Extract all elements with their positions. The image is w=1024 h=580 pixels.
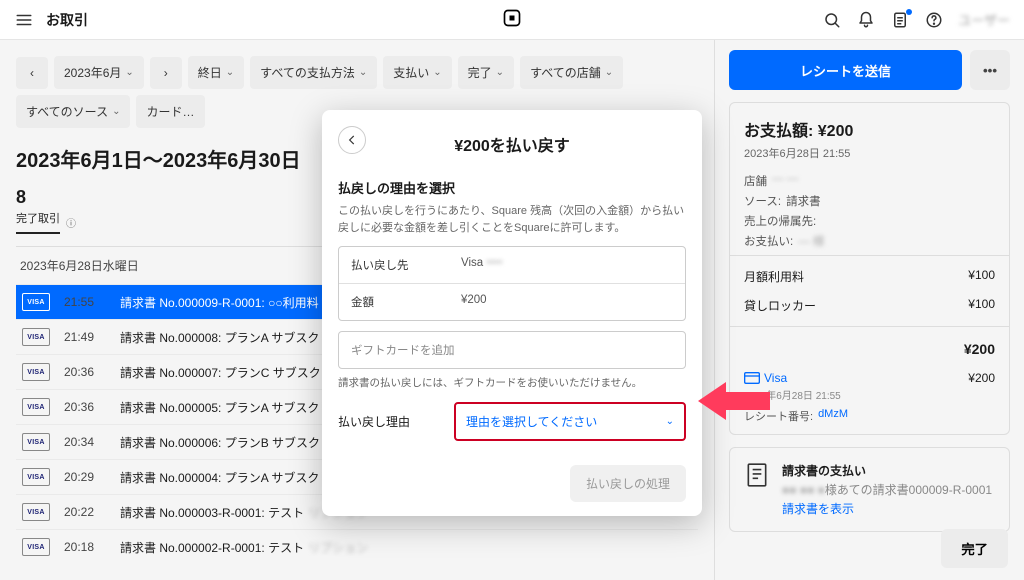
modal-description: この払い戻しを行うにあたり、Square 残高（次回の入金額）から払い戻しに必要… xyxy=(338,203,686,236)
help-icon[interactable] xyxy=(924,10,944,30)
card-brand-icon: VISA xyxy=(22,468,50,486)
send-receipt-button[interactable]: レシートを送信 xyxy=(729,50,962,90)
modal-title: ¥200を払い戻す xyxy=(338,132,686,156)
pay-amount-title: お支払額: ¥200 xyxy=(744,117,995,141)
reason-select[interactable]: 理由を選択してください⌄ xyxy=(454,402,686,441)
tx-time: 20:36 xyxy=(64,400,106,414)
search-icon[interactable] xyxy=(822,10,842,30)
card-brand-icon: VISA xyxy=(22,398,50,416)
date-prev-button[interactable]: ‹ xyxy=(16,57,48,89)
square-logo-icon xyxy=(502,8,522,31)
card-brand-icon: VISA xyxy=(22,538,50,556)
filter-status[interactable]: 完了⌄ xyxy=(458,56,514,89)
giftcard-input: ギフトカードを追加 xyxy=(338,331,686,369)
filter-time[interactable]: 終日⌄ xyxy=(188,56,244,89)
filter-payment[interactable]: 支払い⌄ xyxy=(383,56,451,89)
date-next-button[interactable]: › xyxy=(150,57,182,89)
modal-section-title: 払戻しの理由を選択 xyxy=(338,178,686,197)
card-brand-icon: VISA xyxy=(22,328,50,346)
done-button[interactable]: 完了 xyxy=(941,529,1008,568)
table-row[interactable]: VISA 20:18 請求書 No.000002-R-0001: テストリプション xyxy=(16,529,698,564)
chevron-down-icon: ⌄ xyxy=(666,416,674,427)
menu-icon[interactable] xyxy=(14,10,34,30)
invoice-icon xyxy=(744,462,770,491)
receipt-link[interactable]: dMzM xyxy=(818,408,848,424)
card-brand-icon: VISA xyxy=(22,433,50,451)
pay-row-datetime: 2023年6月28日 21:55 xyxy=(744,387,995,402)
tx-time: 20:18 xyxy=(64,540,106,554)
reason-label: 払い戻し理由 xyxy=(338,413,438,430)
back-button[interactable] xyxy=(338,126,366,154)
filter-date[interactable]: 2023年6月⌄ xyxy=(54,56,144,89)
tx-time: 21:55 xyxy=(64,295,106,309)
view-invoice-link[interactable]: 請求書を表示 xyxy=(782,500,995,517)
refund-details-table: 払い戻し先Visa •••• 金額¥200 xyxy=(338,246,686,321)
refund-modal: ¥200を払い戻す 払戻しの理由を選択 この払い戻しを行うにあたり、Square… xyxy=(322,110,702,516)
task-icon[interactable] xyxy=(890,10,910,30)
tab-completed[interactable]: 完了取引 xyxy=(16,210,60,234)
filter-paymethod[interactable]: すべての支払方法⌄ xyxy=(250,56,377,89)
filter-card[interactable]: カード… xyxy=(136,95,204,128)
invoice-title: 請求書の支払い xyxy=(782,462,995,479)
invoice-box: 請求書の支払い ■■ ■■ ■様あての請求書000009-R-0001 請求書を… xyxy=(729,447,1010,532)
total-amount: ¥200 xyxy=(964,341,995,357)
line-item: 月額利用料¥100 xyxy=(744,262,995,291)
filter-source[interactable]: すべてのソース⌄ xyxy=(16,95,130,128)
info-icon[interactable]: ⓘ xyxy=(66,215,76,230)
card-brand-icon: VISA xyxy=(22,363,50,381)
process-refund-button: 払い戻しの処理 xyxy=(570,465,686,502)
tx-time: 20:36 xyxy=(64,365,106,379)
filter-location[interactable]: すべての店舗⌄ xyxy=(520,56,623,89)
giftcard-note: 請求書の払い戻しには、ギフトカードをお使いいただけません。 xyxy=(338,375,686,390)
tx-time: 20:22 xyxy=(64,505,106,519)
payment-card-link[interactable]: Visa xyxy=(744,371,787,385)
card-brand-icon: VISA xyxy=(22,503,50,521)
username-label[interactable]: ユーザー xyxy=(958,10,1010,29)
page-title: お取引 xyxy=(46,10,88,30)
detail-panel: レシートを送信 ••• お支払額: ¥200 2023年6月28日 21:55 … xyxy=(714,40,1024,580)
more-button[interactable]: ••• xyxy=(970,50,1010,90)
line-item: 貸しロッカー¥100 xyxy=(744,291,995,320)
tx-desc: 請求書 No.000002-R-0001: テストリプション xyxy=(120,539,692,556)
pay-datetime: 2023年6月28日 21:55 xyxy=(744,145,995,161)
tx-time: 20:34 xyxy=(64,435,106,449)
bell-icon[interactable] xyxy=(856,10,876,30)
topbar: お取引 ユーザー xyxy=(0,0,1024,40)
card-brand-icon: VISA xyxy=(22,293,50,311)
tx-time: 21:49 xyxy=(64,330,106,344)
tx-time: 20:29 xyxy=(64,470,106,484)
